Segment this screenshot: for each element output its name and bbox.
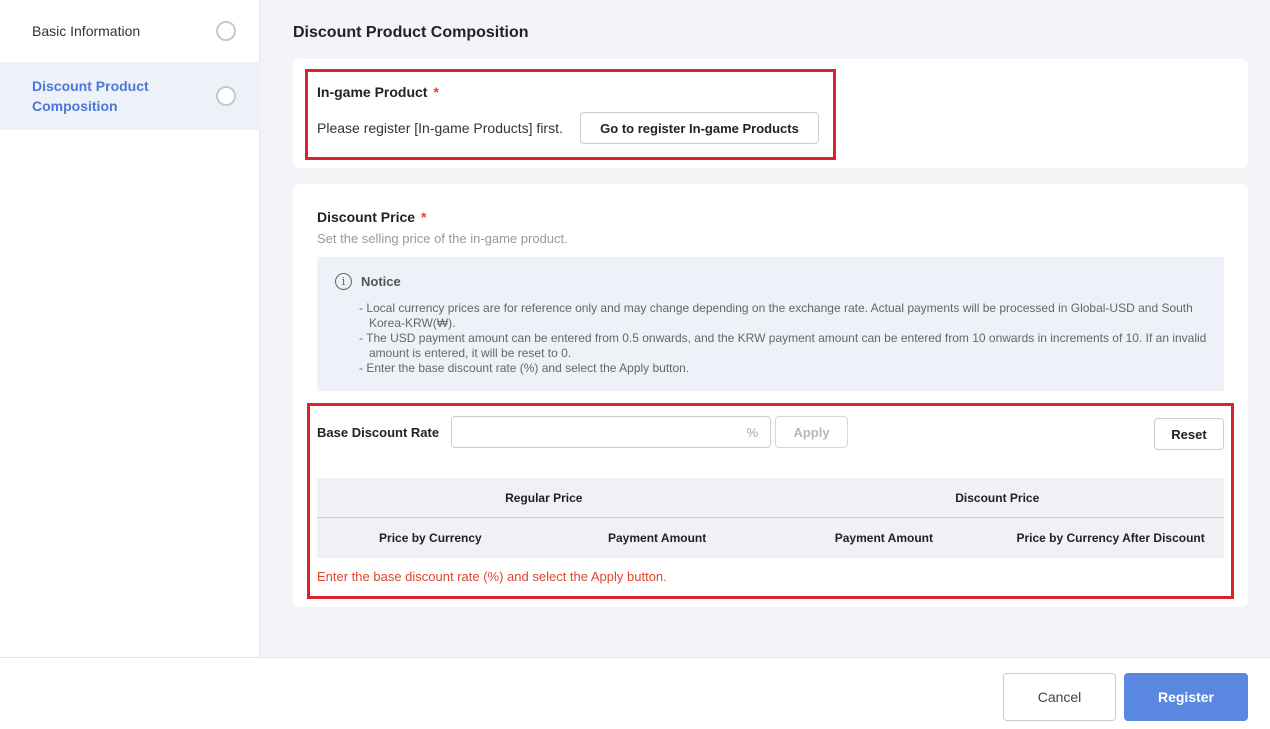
page-title: Discount Product Composition <box>293 24 529 41</box>
sidebar-item-basic-information[interactable]: Basic Information <box>0 0 260 62</box>
notice-line: - Local currency prices are for referenc… <box>359 301 1193 330</box>
table-header-column-row: Price by Currency Payment Amount Payment… <box>317 518 1224 558</box>
price-table: Regular Price Discount Price Price by Cu… <box>317 478 1224 558</box>
discount-price-description: Set the selling price of the in-game pro… <box>317 231 568 246</box>
required-mark: * <box>433 84 439 100</box>
notice-box: i Notice - Local currency prices are for… <box>317 257 1224 391</box>
base-discount-rate-field: % <box>451 416 771 448</box>
header-discount-payment-amount: Payment Amount <box>834 531 933 545</box>
step-status-circle-icon <box>216 86 236 106</box>
discount-price-label: Discount Price * <box>317 209 426 225</box>
step-status-circle-icon <box>216 21 236 41</box>
notice-list: - Local currency prices are for referenc… <box>359 301 1209 376</box>
ingame-product-message: Please register [In-game Products] first… <box>317 120 563 136</box>
cancel-button[interactable]: Cancel <box>1003 673 1116 721</box>
sidebar-item-label: Discount Product Composition <box>32 78 149 114</box>
footer-bar: Cancel Register <box>0 657 1270 729</box>
apply-hint-message: Enter the base discount rate (%) and sel… <box>317 569 667 584</box>
reset-button[interactable]: Reset <box>1154 418 1224 450</box>
percent-suffix: % <box>746 425 758 440</box>
register-button[interactable]: Register <box>1124 673 1248 721</box>
ingame-product-label: In-game Product * <box>317 84 439 100</box>
required-mark: * <box>421 209 427 225</box>
sidebar: Basic Information Discount Product Compo… <box>0 0 260 657</box>
discount-price-label-text: Discount Price <box>317 209 416 225</box>
header-price-by-currency: Price by Currency <box>379 531 482 545</box>
table-header-group-row: Regular Price Discount Price <box>317 478 1224 518</box>
base-discount-rate-input[interactable] <box>452 417 770 447</box>
header-regular-price: Regular Price <box>505 490 583 505</box>
notice-title: Notice <box>361 274 401 289</box>
ingame-product-card: In-game Product * Please register [In-gam… <box>293 59 1248 168</box>
base-discount-rate-label: Base Discount Rate <box>317 425 440 440</box>
header-discount-price: Discount Price <box>955 490 1040 505</box>
ingame-product-label-text: In-game Product <box>317 84 428 100</box>
notice-line: - The USD payment amount can be entered … <box>359 331 1207 360</box>
main-content: Discount Product Composition In-game Pro… <box>261 0 1270 657</box>
go-to-register-ingame-products-button[interactable]: Go to register In-game Products <box>580 112 819 144</box>
info-icon: i <box>335 273 352 290</box>
notice-line: - Enter the base discount rate (%) and s… <box>359 361 690 375</box>
discount-price-card: Discount Price * Set the selling price of… <box>293 184 1248 607</box>
sidebar-item-discount-product-composition[interactable]: Discount Product Composition <box>0 62 260 130</box>
sidebar-item-label: Basic Information <box>32 23 141 39</box>
header-payment-amount: Payment Amount <box>608 531 707 545</box>
header-price-by-currency-after-discount: Price by Currency After Discount <box>1016 531 1205 545</box>
apply-button[interactable]: Apply <box>775 416 848 448</box>
